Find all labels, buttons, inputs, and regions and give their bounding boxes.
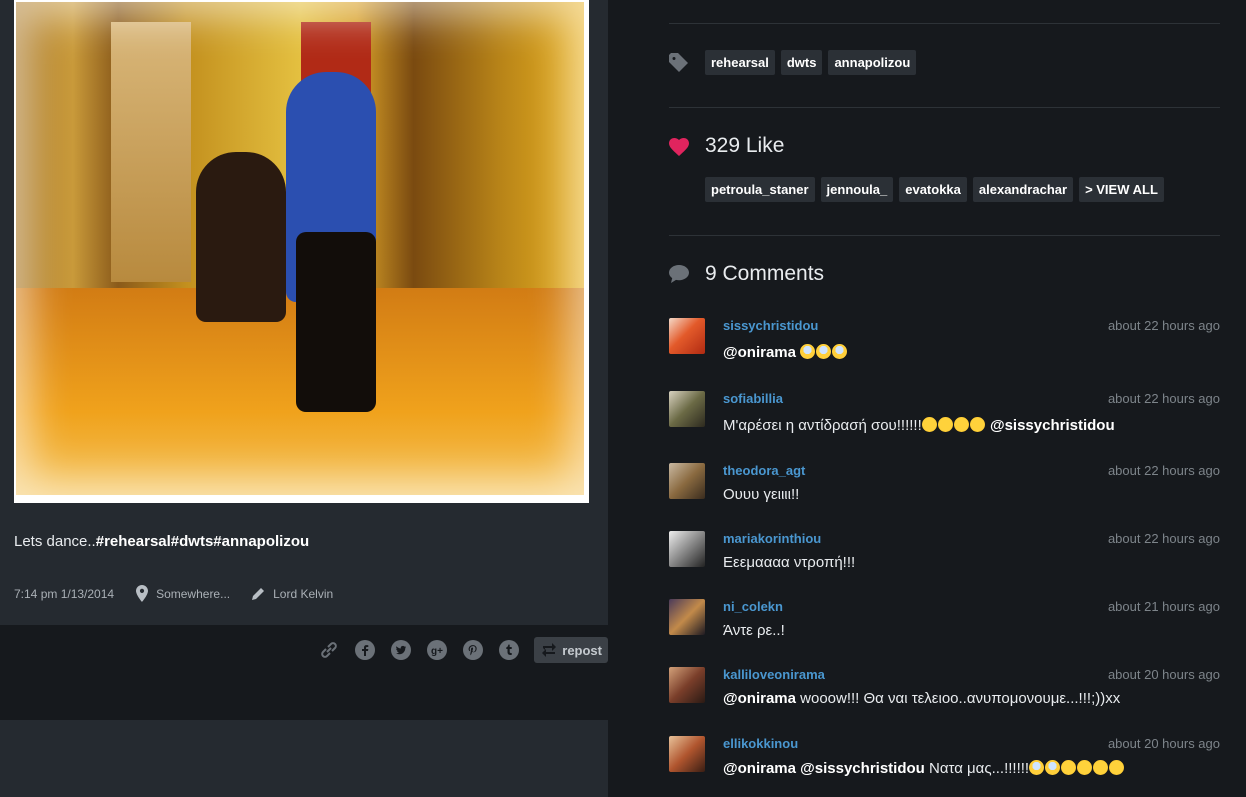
mention-link[interactable]: @sissychristidou <box>990 417 1115 434</box>
avatar[interactable] <box>669 599 705 635</box>
photo-image <box>16 2 584 495</box>
svg-text:g+: g+ <box>431 646 443 657</box>
mention-link[interactable]: @onirama <box>723 344 796 361</box>
comment-time: about 21 hours ago <box>1107 599 1220 614</box>
link-icon[interactable] <box>318 639 340 661</box>
post-photo[interactable] <box>14 0 589 503</box>
post-datetime: 7:14 pm 1/13/2014 <box>14 586 115 601</box>
twitter-icon[interactable] <box>390 639 412 661</box>
avatar[interactable] <box>669 318 705 354</box>
comment-item: mariakorinthiou about 22 hours ago Εεεμα… <box>669 531 1220 571</box>
mention-link[interactable]: @onirama @sissychristidou <box>723 760 925 777</box>
comment-body: Νατα μας...!!!!!! <box>924 760 1030 777</box>
repost-button[interactable]: repost <box>534 637 608 663</box>
comment-time: about 20 hours ago <box>1107 667 1220 682</box>
post-column: Lets dance..#rehearsal#dwts#annapolizou … <box>0 0 608 797</box>
pencil-icon <box>252 588 265 600</box>
comment-text: @onirama <box>723 344 848 361</box>
view-all-likes-button[interactable]: > VIEW ALL <box>1079 177 1164 202</box>
likers-list: petroula_staner jennoula_ evatokka alexa… <box>705 177 1170 202</box>
pinterest-icon[interactable] <box>462 639 484 661</box>
divider <box>669 235 1220 236</box>
post-author[interactable]: Lord Kelvin <box>252 587 333 601</box>
location-label: Somewhere... <box>156 586 231 601</box>
comment-text: Εεεμαααα ντροπή!!! <box>723 554 856 571</box>
comment-item: sofiabillia about 22 hours ago Μ'αρέσει … <box>669 391 1220 434</box>
comment-time: about 20 hours ago <box>1107 736 1220 751</box>
comment-username[interactable]: ni_colekn <box>723 599 783 614</box>
comment-text: Μ'αρέσει η αντίδρασή σου!!!!!! @sissychr… <box>723 417 1115 434</box>
comment-item: ellikokkinou about 20 hours ago @onirama… <box>669 736 1220 777</box>
heart-icon[interactable] <box>669 138 689 156</box>
author-label: Lord Kelvin <box>273 586 334 601</box>
tag-rehearsal[interactable]: rehearsal <box>705 50 775 75</box>
comment-body: wooow!!! Θα ναι τελειοο..ανυπομονουμε...… <box>795 690 1121 707</box>
facebook-icon[interactable] <box>354 639 376 661</box>
liker-alexandrachar[interactable]: alexandrachar <box>972 177 1074 202</box>
tumblr-icon[interactable] <box>498 639 520 661</box>
likes-count: 329 Like <box>705 134 785 157</box>
avatar[interactable] <box>669 391 705 427</box>
comment-item: sissychristidou about 22 hours ago @onir… <box>669 318 1220 361</box>
avatar[interactable] <box>669 463 705 499</box>
comment-text: Ουυυ γειιιι!! <box>723 486 800 503</box>
divider <box>669 23 1220 24</box>
comment-body: Μ'αρέσει η αντίδρασή σου!!!!!! <box>723 417 922 434</box>
comment-text: @onirama wooow!!! Θα ναι τελειοο..ανυπομ… <box>723 690 1120 707</box>
comment-item: theodora_agt about 22 hours ago Ουυυ γει… <box>669 463 1220 503</box>
comment-time: about 22 hours ago <box>1107 391 1220 406</box>
post-location[interactable]: Somewhere... <box>136 585 230 602</box>
tag-icon <box>669 53 688 72</box>
post-caption: Lets dance..#rehearsal#dwts#annapolizou <box>14 533 309 550</box>
details-column: rehearsal dwts annapolizou 329 Like petr… <box>669 0 1220 797</box>
comment-username[interactable]: sofiabillia <box>723 391 783 406</box>
caption-text: Lets dance.. <box>14 533 96 550</box>
comment-icon <box>669 265 689 283</box>
avatar[interactable] <box>669 667 705 703</box>
caption-hashtags[interactable]: #rehearsal#dwts#annapolizou <box>96 533 309 550</box>
comment-time: about 22 hours ago <box>1107 531 1220 546</box>
comment-username[interactable]: mariakorinthiou <box>723 531 821 546</box>
avatar[interactable] <box>669 531 705 567</box>
liker-petroula-staner[interactable]: petroula_staner <box>705 177 815 202</box>
share-actions: g+ repost <box>318 637 608 663</box>
mention-link[interactable]: @onirama <box>723 690 796 707</box>
repost-icon <box>542 643 557 657</box>
tag-dwts[interactable]: dwts <box>780 50 823 75</box>
google-plus-icon[interactable]: g+ <box>426 639 448 661</box>
tag-annapolizou[interactable]: annapolizou <box>828 50 917 75</box>
share-bar: g+ repost <box>0 625 608 720</box>
comments-count: 9 Comments <box>705 262 825 285</box>
comment-item: kalliloveonirama about 20 hours ago @oni… <box>669 667 1220 707</box>
divider <box>669 107 1220 108</box>
post-card: Lets dance..#rehearsal#dwts#annapolizou … <box>0 0 608 625</box>
liker-jennoula[interactable]: jennoula_ <box>820 177 894 202</box>
repost-label: repost <box>562 642 602 658</box>
comment-text: @onirama @sissychristidou Νατα μας...!!!… <box>723 760 1125 777</box>
comment-username[interactable]: ellikokkinou <box>723 736 798 751</box>
liker-evatokka[interactable]: evatokka <box>899 177 967 202</box>
location-pin-icon <box>136 585 149 602</box>
comment-item: ni_colekn about 21 hours ago Άντε ρε..! <box>669 599 1220 639</box>
comment-username[interactable]: kalliloveonirama <box>723 667 825 682</box>
comment-time: about 22 hours ago <box>1107 318 1220 333</box>
comment-username[interactable]: sissychristidou <box>723 318 818 333</box>
post-meta: 7:14 pm 1/13/2014 Somewhere... Lord Kelv… <box>14 585 355 602</box>
next-post-card <box>0 720 608 797</box>
comment-time: about 22 hours ago <box>1107 463 1220 478</box>
avatar[interactable] <box>669 736 705 772</box>
comment-text: Άντε ρε..! <box>723 622 785 639</box>
tag-list: rehearsal dwts annapolizou <box>705 50 922 75</box>
comment-username[interactable]: theodora_agt <box>723 463 805 478</box>
